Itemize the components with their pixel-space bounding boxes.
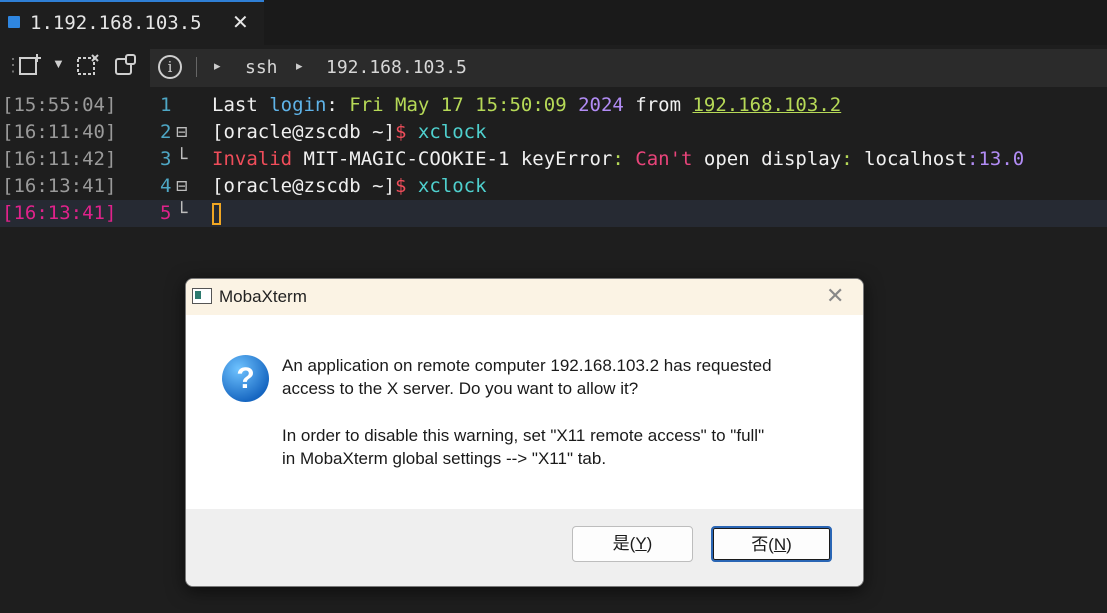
- text-segment: $: [395, 175, 418, 197]
- chevron-down-icon[interactable]: ▼: [52, 56, 65, 71]
- text-segment: Last: [212, 94, 270, 116]
- detach-session-icon[interactable]: [114, 53, 138, 83]
- text-segment: :: [612, 148, 636, 170]
- dialog-footer: 是(Y) 否(N): [186, 509, 863, 586]
- line-number: 2: [160, 121, 172, 143]
- text-segment: from: [623, 94, 693, 116]
- breadcrumb-protocol[interactable]: ssh: [245, 57, 278, 78]
- breadcrumb-arrow-icon: ▸: [214, 58, 221, 73]
- session-status-icon: [8, 16, 20, 28]
- text-segment: Invalid: [212, 148, 293, 170]
- no-label-prefix: 否(: [751, 535, 774, 554]
- fold-toggle-icon[interactable]: ⊟: [176, 173, 187, 200]
- new-session-icon[interactable]: [18, 53, 42, 83]
- dialog-close-icon[interactable]: ✕: [826, 283, 844, 309]
- session-tab[interactable]: 1.192.168.103.5 ✕: [0, 0, 264, 45]
- text-segment: localhost: [864, 148, 968, 170]
- toolbar-divider: [196, 57, 197, 77]
- dialog-message-line: access to the X server. Do you want to a…: [282, 379, 639, 398]
- dialog-body: ? An application on remote computer 192.…: [186, 315, 863, 509]
- dialog-titlebar[interactable]: MobaXterm ✕: [186, 279, 863, 315]
- close-session-icon[interactable]: [76, 53, 100, 83]
- terminal-line: [16:11:42] 3 └ Invalid MIT-MAGIC-COOKIE-1 k…: [0, 146, 1107, 173]
- tab-bar: 1.192.168.103.5 ✕: [0, 0, 1107, 45]
- question-icon: ?: [222, 355, 269, 402]
- no-label-suffix: ): [786, 535, 792, 554]
- dialog-message-line: in MobaXterm global settings --> "X11" t…: [282, 449, 607, 468]
- no-button[interactable]: 否(N): [711, 526, 832, 562]
- text-segment: :: [326, 94, 350, 116]
- tab-close-icon[interactable]: ✕: [232, 10, 249, 35]
- yes-accelerator-key: Y: [635, 534, 647, 553]
- line-number: 5: [160, 202, 172, 224]
- text-segment: 192.168.103.2: [692, 94, 842, 116]
- text-segment: Fri May 17 15:50:09: [349, 94, 579, 116]
- line-content: [oracle@zscdb ~]$ xclock: [212, 119, 487, 146]
- line-content: [oracle@zscdb ~]$ xclock: [212, 173, 487, 200]
- text-segment: 2024: [578, 94, 624, 116]
- info-icon[interactable]: i: [158, 55, 182, 79]
- text-cursor: [212, 202, 221, 225]
- line-content: Invalid MIT-MAGIC-COOKIE-1 keyError: Can…: [212, 146, 1024, 173]
- line-timestamp: [15:55:04]: [2, 94, 117, 116]
- fold-toggle-icon[interactable]: ⊟: [176, 119, 187, 146]
- text-segment: xclock: [417, 175, 487, 197]
- terminal-output[interactable]: [15:55:04] 1 Last login: Fri May 17 15:50:…: [0, 92, 1107, 227]
- text-segment: $: [395, 121, 418, 143]
- text-segment: xclock: [417, 121, 487, 143]
- yes-label-prefix: 是(: [612, 534, 636, 553]
- text-segment: :13.0: [967, 148, 1025, 170]
- no-accelerator-key: N: [773, 535, 787, 554]
- breadcrumb-host[interactable]: 192.168.103.5: [326, 57, 467, 78]
- yes-label-suffix: ): [646, 534, 653, 553]
- text-segment: :: [841, 148, 865, 170]
- text-segment: [oracle@zscdb ~]: [212, 175, 396, 197]
- address-bar: i ▸ ssh ▸ 192.168.103.5: [150, 49, 1107, 87]
- line-content: [212, 200, 221, 227]
- text-segment: login: [269, 94, 327, 116]
- terminal-line: [16:13:41] 4 ⊟ [oracle@zscdb ~]$ xclock: [0, 173, 1107, 200]
- dialog-message-line: In order to disable this warning, set "X…: [282, 426, 765, 445]
- text-segment: open display: [692, 148, 842, 170]
- line-number: 3: [160, 148, 172, 170]
- yes-button[interactable]: 是(Y): [572, 526, 693, 562]
- line-timestamp: [16:13:41]: [2, 202, 117, 224]
- mobaxterm-app-icon: [192, 288, 212, 304]
- breadcrumb-arrow-icon: ▸: [296, 58, 303, 73]
- dialog-message-line: An application on remote computer 192.16…: [282, 356, 772, 375]
- terminal-line: [15:55:04] 1 Last login: Fri May 17 15:50:…: [0, 92, 1107, 119]
- tab-title: 1.192.168.103.5: [30, 12, 202, 34]
- line-timestamp: [16:13:41]: [2, 175, 117, 197]
- text-segment: [oracle@zscdb ~]: [212, 121, 396, 143]
- line-timestamp: [16:11:40]: [2, 121, 117, 143]
- line-timestamp: [16:11:42]: [2, 148, 117, 170]
- terminal-line: [16:11:40] 2 ⊟ [oracle@zscdb ~]$ xclock: [0, 119, 1107, 146]
- fold-branch-icon: └: [176, 202, 188, 224]
- line-number: 4: [160, 175, 172, 197]
- line-content: Last login: Fri May 17 15:50:09 2024 fro…: [212, 92, 841, 119]
- x11-permission-dialog: MobaXterm ✕ ? An application on remote c…: [185, 278, 864, 587]
- line-number: 1: [160, 94, 172, 116]
- dialog-title: MobaXterm: [219, 287, 307, 306]
- text-segment: Can't: [635, 148, 693, 170]
- text-segment: MIT-MAGIC-COOKIE-1 keyError: [292, 148, 613, 170]
- terminal-line: [16:13:41] 5 └: [0, 200, 1107, 227]
- fold-branch-icon: └: [176, 148, 188, 170]
